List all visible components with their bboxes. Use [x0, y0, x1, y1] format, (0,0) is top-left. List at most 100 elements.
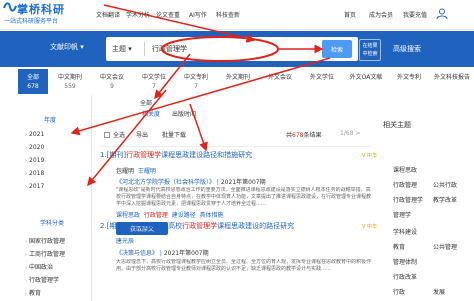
- subject-item[interactable]: › 中国政治: [25, 262, 53, 271]
- year-heading: 年度: [44, 117, 57, 124]
- related-topic[interactable]: 行政管理: [393, 180, 417, 189]
- source-name: 《决策与信息》: [116, 250, 159, 257]
- pager[interactable]: 1/68 >: [340, 130, 360, 137]
- year-label: 2021: [29, 131, 45, 138]
- tab-count: 559: [64, 83, 76, 90]
- related-topic[interactable]: 行政改革: [393, 272, 417, 281]
- subject-label: 教育: [29, 290, 42, 297]
- tab-foreign-report[interactable]: 外文科技报告: [430, 69, 474, 94]
- year-label: 2018: [29, 170, 45, 177]
- tab-all[interactable]: 全部 678: [18, 69, 48, 94]
- related-topic[interactable]: 发展: [433, 287, 445, 296]
- related-topic[interactable]: 管理体制: [393, 257, 417, 266]
- source-badge: V 中华: [362, 224, 378, 230]
- year-item[interactable]: › 2021: [25, 131, 44, 138]
- result-author[interactable]: 包耀明 王耀明: [116, 166, 156, 175]
- sort-all[interactable]: 全部: [140, 98, 152, 107]
- advanced-search-link[interactable]: 高级搜索: [393, 44, 421, 54]
- tab-label: 中文会议: [99, 74, 124, 81]
- subject-item[interactable]: › 工商行政管理: [25, 249, 65, 258]
- tab-foreign-journal[interactable]: 外文期刊: [218, 69, 258, 94]
- filter-sidebar: 年度 › 2021 › 2020 › 2019 › 2018 › 2017 学科分类 › 国…: [18, 95, 92, 301]
- export-button[interactable]: 导出: [136, 130, 148, 139]
- tab-foreign-degree[interactable]: 外文学位: [302, 69, 342, 94]
- sort-date[interactable]: 出版时间: [172, 109, 196, 118]
- sort-relevance[interactable]: 相关度: [142, 109, 160, 118]
- related-topic[interactable]: 公共行政: [433, 180, 457, 189]
- subject-item[interactable]: › 行政管理学: [25, 275, 59, 284]
- count-suffix: 条结果: [303, 132, 322, 139]
- subject-item[interactable]: › 国家行政管理: [25, 236, 65, 245]
- source-badge: V 中华: [362, 153, 378, 159]
- brand-subtitle: 一站式科研服务平台: [4, 18, 59, 25]
- chevron-right-icon: ›: [25, 171, 27, 177]
- tab-cn-patent[interactable]: 中文专利 7: [176, 69, 216, 94]
- tab-count: 9: [110, 83, 114, 90]
- checkbox-icon: [104, 132, 110, 138]
- user-icon[interactable]: [436, 8, 448, 19]
- search-in-results-button[interactable]: 在结果 中检索: [359, 39, 381, 61]
- chevron-down-icon: ▾: [80, 43, 84, 51]
- batch-download-button[interactable]: 批量下载: [162, 130, 186, 139]
- related-topics-panel: 相关主题 课程思政 行政管理 公共行政 行政管理学 教学改革 管理学 学科建设 …: [379, 120, 474, 301]
- nav-membership[interactable]: 成为会员: [369, 10, 393, 19]
- tab-label: 中文学位: [141, 74, 166, 81]
- field-dropdown[interactable]: 主题 ▾: [112, 44, 132, 54]
- related-topic[interactable]: 教育: [393, 242, 405, 251]
- refine-label-line1: 在结果: [362, 43, 378, 49]
- chevron-right-icon: ›: [25, 265, 27, 271]
- result-title[interactable]: 1.[期刊]行政管理学课程思政建设路径和措施研究: [100, 150, 252, 160]
- search-button[interactable]: 检索: [322, 40, 352, 58]
- source-year: 2021年第007期: [220, 179, 266, 186]
- select-all-checkbox[interactable]: 全选: [104, 130, 125, 139]
- tab-cn-journal[interactable]: 中文期刊 559: [50, 69, 90, 94]
- related-topic[interactable]: 学科建设: [393, 227, 417, 236]
- related-topic[interactable]: 教学改革: [433, 195, 457, 204]
- year-item[interactable]: › 2020: [25, 144, 44, 151]
- year-label: 2017: [29, 183, 45, 190]
- search-input[interactable]: [152, 40, 302, 58]
- title-rest: 课程思政建设的路径研究: [217, 222, 295, 230]
- nav-academic-analysis[interactable]: 学术分析: [126, 10, 150, 19]
- year-item[interactable]: › 2018: [25, 170, 44, 177]
- result-title[interactable]: 2.[期刊]大思政理念下高校行政管理学课程思政建设的路径研究: [100, 221, 294, 231]
- nav-ai-writing[interactable]: AI写作: [189, 10, 207, 19]
- search-band: 文献印帆 ▾ 主题 ▾ 检索 在结果 中检索 高级搜索: [0, 31, 474, 67]
- tab-foreign-conference[interactable]: 外文会议: [260, 69, 300, 94]
- subject-item[interactable]: › 教育: [25, 288, 41, 297]
- nav-recharge[interactable]: 我要充值: [403, 10, 427, 19]
- tab-cn-degree[interactable]: 中文学位 7: [134, 69, 174, 94]
- related-topic[interactable]: 管理学: [393, 210, 411, 219]
- chevron-right-icon: ›: [25, 278, 27, 284]
- year-item[interactable]: › 2017: [25, 183, 44, 190]
- nav-novelty-search[interactable]: 科技查新: [216, 10, 240, 19]
- nav-doc-translate[interactable]: 文档翻译: [96, 10, 120, 19]
- related-topic[interactable]: 公共管理: [433, 242, 457, 251]
- tab-foreign-patent[interactable]: 外文专利: [390, 69, 428, 94]
- year-item[interactable]: › 2019: [25, 157, 44, 164]
- keyword[interactable]: 建设路径: [172, 212, 196, 219]
- brand-title[interactable]: 掌桥科研: [17, 1, 65, 17]
- author-label: 包耀明: [116, 168, 135, 175]
- keyword[interactable]: 行政管理: [144, 212, 168, 219]
- tab-cn-conference[interactable]: 中文会议 9: [92, 69, 132, 94]
- chevron-right-icon: ›: [25, 158, 27, 164]
- result-source[interactable]: 《决策与信息》 | 2021年第007期: [116, 248, 209, 257]
- nav-plagiarism-check[interactable]: 论文查重: [156, 10, 180, 19]
- result-source[interactable]: 《河北北方学院学报（社会科学版）》 | 2021年第007期: [116, 177, 266, 186]
- keyword[interactable]: 课程思政: [116, 212, 140, 219]
- subject-heading: 学科分类: [40, 220, 65, 227]
- chevron-right-icon: ›: [25, 252, 27, 258]
- title-prefix: 大思政理念下高校: [126, 222, 183, 230]
- related-topic[interactable]: 课程思政: [393, 165, 417, 174]
- keyword[interactable]: 具体措施: [200, 212, 224, 219]
- tab-foreign-oa[interactable]: 外文OA文献: [344, 69, 388, 94]
- refine-label-line2: 中检索: [362, 51, 378, 57]
- result-author[interactable]: 唐光辰: [116, 236, 134, 245]
- subject-label: 中国政治: [29, 264, 54, 271]
- doc-type-dropdown[interactable]: 文献印帆 ▾: [50, 42, 84, 52]
- related-topic[interactable]: 行政: [393, 287, 405, 296]
- related-topic[interactable]: 行政管理学: [393, 195, 423, 204]
- nav-home[interactable]: 首页: [344, 10, 356, 19]
- top-bar: 掌桥科研 一站式科研服务平台 文档翻译 学术分析 论文查重 AI写作 科技查新 …: [0, 0, 474, 30]
